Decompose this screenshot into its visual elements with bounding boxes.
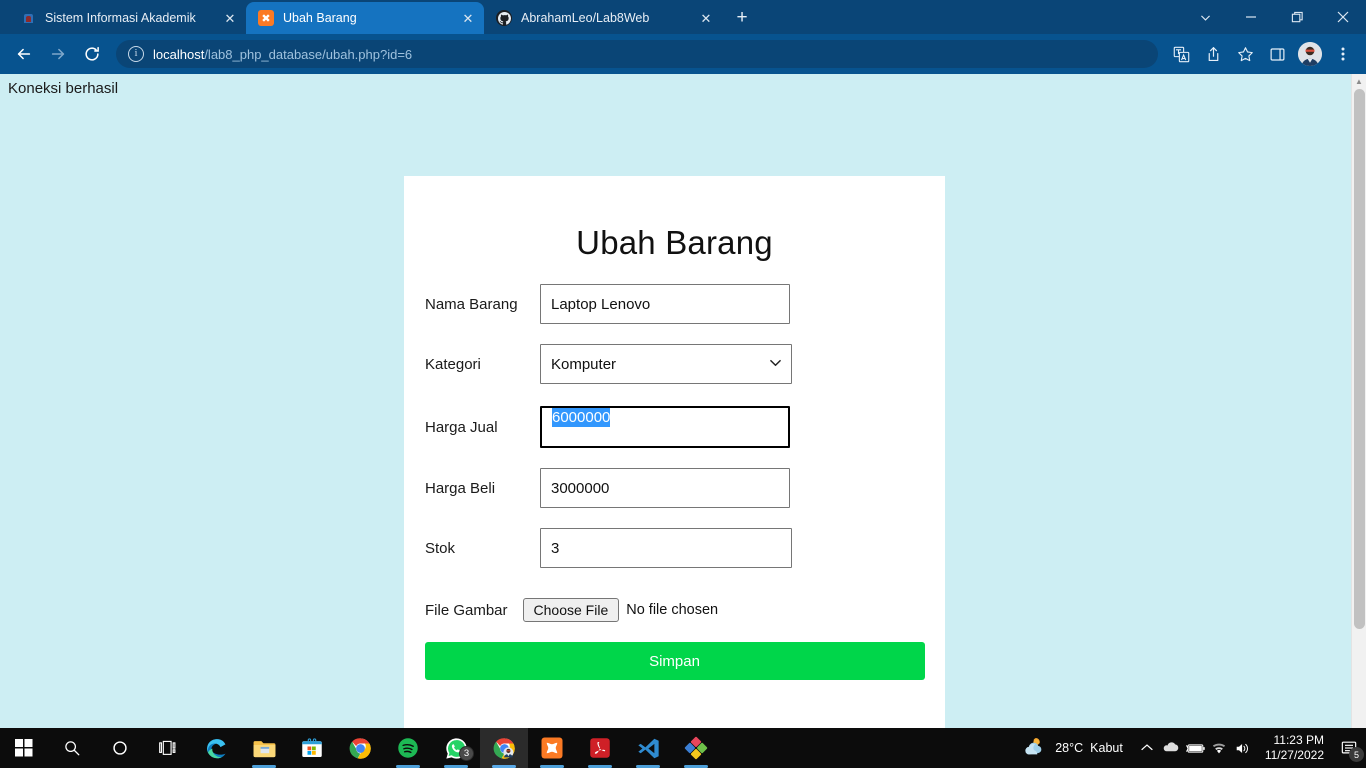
akademik-icon: [20, 10, 36, 26]
windows-taskbar: 3 28°C Kabut 11:23 PM 11/27/2022 5: [0, 728, 1366, 768]
tab-search-icon[interactable]: [1182, 0, 1228, 34]
web-page: Koneksi berhasil Ubah Barang Nama Barang…: [0, 74, 1351, 728]
label-harga-beli: Harga Beli: [425, 479, 496, 497]
tab-title: Sistem Informasi Akademik: [45, 11, 196, 25]
close-icon[interactable]: ✕: [698, 10, 714, 26]
tab-sistem-informasi-akademik[interactable]: Sistem Informasi Akademik ✕: [8, 2, 246, 34]
label-kategori: Kategori: [425, 355, 481, 373]
input-harga-beli[interactable]: [540, 468, 790, 508]
scroll-up-icon[interactable]: ▲: [1352, 74, 1366, 89]
page-viewport: Koneksi berhasil Ubah Barang Nama Barang…: [0, 74, 1366, 728]
address-bar[interactable]: i localhost/lab8_php_database/ubah.php?i…: [116, 40, 1158, 68]
vertical-scrollbar[interactable]: ▲: [1351, 74, 1366, 728]
vscode-icon[interactable]: [624, 728, 672, 768]
select-wrapper: [540, 344, 792, 384]
back-button[interactable]: [8, 38, 40, 70]
browser-toolbar: i localhost/lab8_php_database/ubah.php?i…: [0, 34, 1366, 74]
page-title: Ubah Barang: [576, 224, 773, 261]
site-info-icon[interactable]: i: [128, 46, 144, 62]
volume-icon[interactable]: [1231, 728, 1255, 768]
clock[interactable]: 11:23 PM 11/27/2022: [1255, 733, 1332, 763]
whatsapp-badge: 3: [459, 746, 474, 761]
file-explorer-icon[interactable]: [240, 728, 288, 768]
share-icon[interactable]: [1198, 39, 1228, 69]
xampp-icon[interactable]: [528, 728, 576, 768]
weather-temperature: 28°C: [1055, 741, 1084, 755]
label-file-gambar: File Gambar: [425, 601, 508, 619]
photos-icon[interactable]: [672, 728, 720, 768]
wifi-icon[interactable]: [1207, 728, 1231, 768]
show-hidden-icons-button[interactable]: [1135, 728, 1159, 768]
weather-widget[interactable]: 28°C Kabut: [1014, 736, 1135, 761]
bookmark-star-icon[interactable]: [1230, 39, 1260, 69]
acrobat-icon[interactable]: [576, 728, 624, 768]
form-card: Ubah Barang Nama Barang Kategori Ha: [404, 176, 945, 728]
forward-button[interactable]: [42, 38, 74, 70]
start-button[interactable]: [0, 728, 48, 768]
connection-status-text: Koneksi berhasil: [8, 80, 119, 97]
close-window-button[interactable]: [1320, 0, 1366, 34]
input-harga-jual[interactable]: 6000000: [540, 406, 790, 448]
system-tray: 28°C Kabut 11:23 PM 11/27/2022 5: [1014, 728, 1366, 768]
tab-title: Ubah Barang: [283, 11, 357, 25]
url-host: localhost: [153, 46, 205, 62]
tab-abrahamleo-lab8web[interactable]: AbrahamLeo/Lab8Web ✕: [484, 2, 722, 34]
battery-icon[interactable]: [1183, 728, 1207, 768]
input-harga-jual-content: 6000000: [552, 408, 778, 427]
spotify-icon[interactable]: [384, 728, 432, 768]
label-stok: Stok: [425, 539, 456, 557]
chrome-pinned-icon[interactable]: [336, 728, 384, 768]
form-row-kategori: Kategori: [404, 344, 945, 384]
clock-time: 11:23 PM: [1273, 733, 1324, 747]
select-kategori[interactable]: [540, 344, 792, 384]
label-nama-barang: Nama Barang: [425, 295, 518, 313]
onedrive-icon[interactable]: [1159, 728, 1183, 768]
form-row-stok: Stok: [404, 528, 945, 568]
reload-button[interactable]: [76, 38, 108, 70]
browser-window: Sistem Informasi Akademik ✕ ✖ Ubah Baran…: [0, 0, 1366, 728]
choose-file-button[interactable]: Choose File: [522, 598, 620, 622]
form-row-nama-barang: Nama Barang: [404, 284, 945, 324]
edge-icon[interactable]: [192, 728, 240, 768]
scrollbar-thumb[interactable]: [1354, 89, 1365, 629]
file-status-text: No file chosen: [626, 602, 719, 618]
github-icon: [496, 10, 512, 26]
notification-center-button[interactable]: 5: [1332, 728, 1366, 768]
cortana-button[interactable]: [96, 728, 144, 768]
xampp-icon: ✖: [258, 10, 274, 26]
maximize-button[interactable]: [1274, 0, 1320, 34]
url-text: localhost/lab8_php_database/ubah.php?id=…: [153, 47, 412, 62]
label-harga-jual: Harga Jual: [425, 418, 498, 436]
translate-icon[interactable]: [1166, 39, 1196, 69]
search-button[interactable]: [48, 728, 96, 768]
form-row-harga-beli: Harga Beli: [404, 468, 945, 508]
weather-condition: Kabut: [1090, 741, 1123, 755]
whatsapp-icon[interactable]: 3: [432, 728, 480, 768]
microsoft-store-icon[interactable]: [288, 728, 336, 768]
new-tab-button[interactable]: +: [728, 3, 756, 31]
avatar[interactable]: [1298, 42, 1322, 66]
simpan-button[interactable]: Simpan: [424, 642, 925, 680]
url-path: /lab8_php_database/ubah.php?id=6: [204, 46, 413, 62]
input-harga-jual-value: 6000000: [552, 408, 611, 427]
notification-badge: 5: [1349, 747, 1364, 762]
tab-ubah-barang[interactable]: ✖ Ubah Barang ✕: [246, 2, 484, 34]
task-view-button[interactable]: [144, 728, 192, 768]
clock-date: 11/27/2022: [1264, 748, 1324, 762]
chrome-active-icon[interactable]: [480, 728, 528, 768]
weather-icon: [1022, 736, 1048, 761]
tab-title: AbrahamLeo/Lab8Web: [521, 11, 650, 25]
minimize-button[interactable]: [1228, 0, 1274, 34]
input-stok[interactable]: [540, 528, 792, 568]
form-row-file-gambar: File Gambar Choose File No file chosen: [404, 598, 945, 622]
close-icon[interactable]: ✕: [460, 10, 476, 26]
close-icon[interactable]: ✕: [222, 10, 238, 26]
window-controls: [1182, 0, 1366, 34]
menu-icon[interactable]: [1328, 39, 1358, 69]
tab-strip: Sistem Informasi Akademik ✕ ✖ Ubah Baran…: [0, 0, 1366, 34]
input-nama-barang[interactable]: [540, 284, 790, 324]
side-panel-icon[interactable]: [1262, 39, 1292, 69]
form-row-harga-jual: Harga Jual 6000000: [404, 406, 945, 448]
